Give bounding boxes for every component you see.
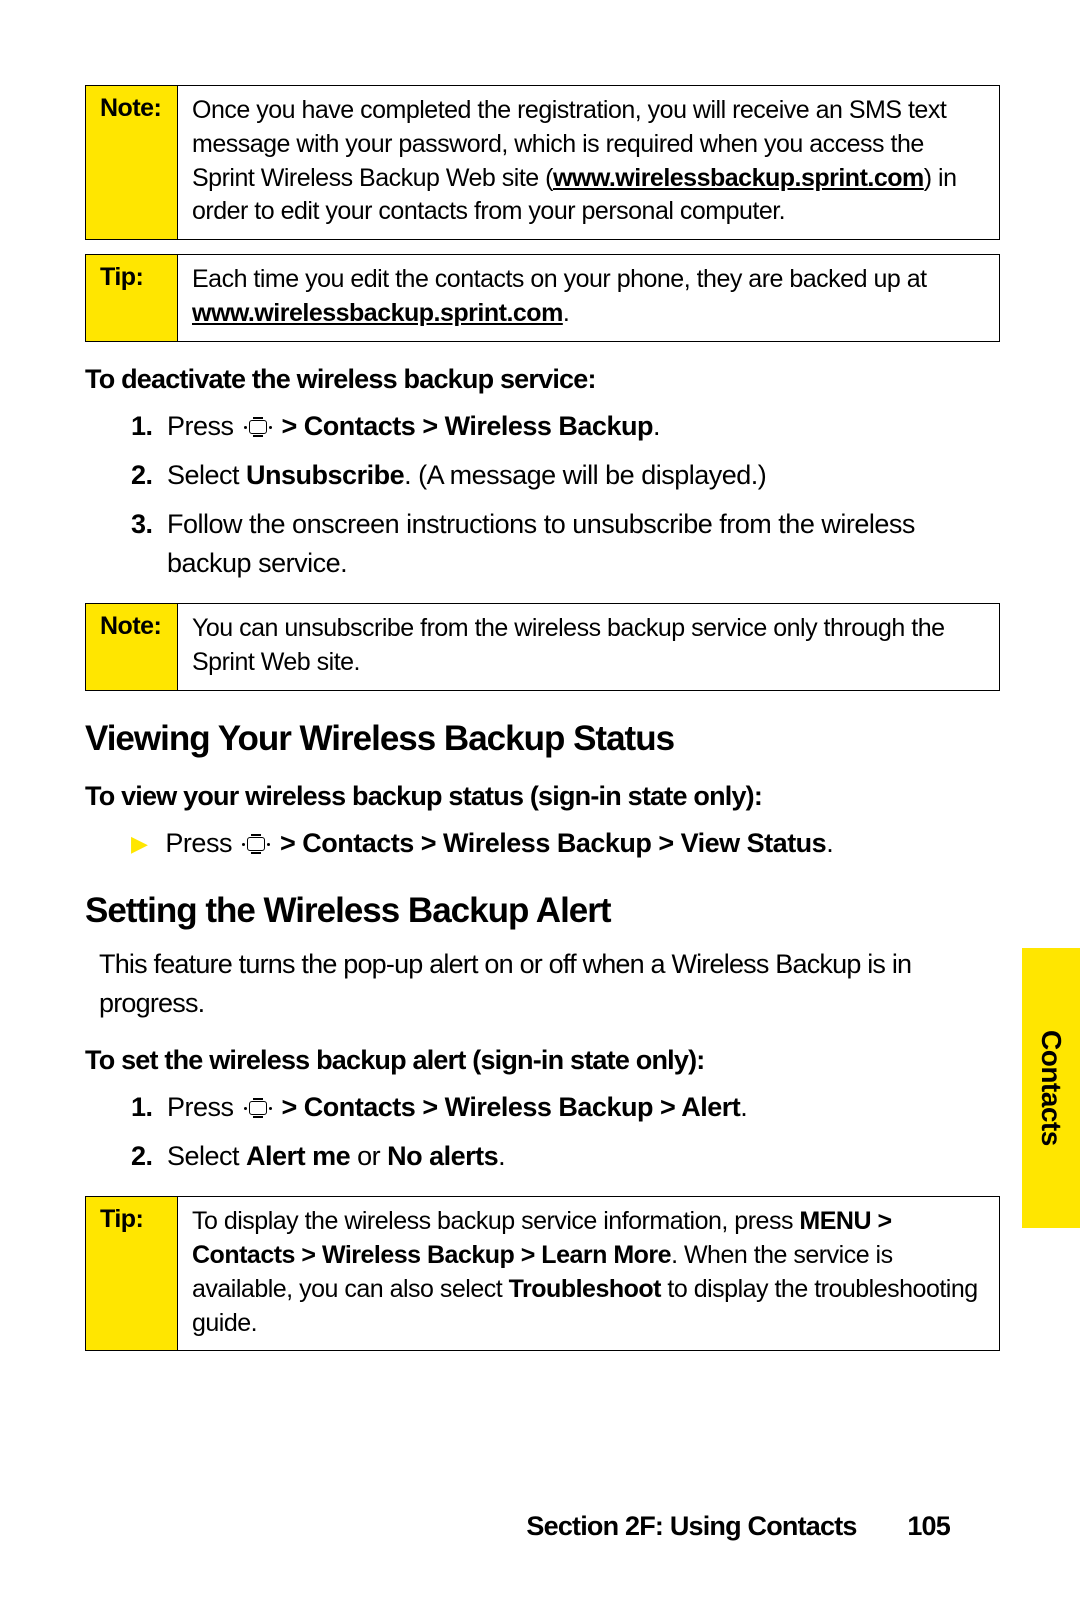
menu-key-icon (243, 417, 273, 437)
step-item: 1. Press > Contacts > Wireless Backup. (131, 407, 1000, 446)
step-item: 3. Follow the onscreen instructions to u… (131, 505, 1000, 583)
note-label: Note: (86, 86, 178, 239)
page-content: Note: Once you have completed the regist… (0, 0, 1080, 1351)
menu-key-icon (243, 1098, 273, 1118)
note-body: You can unsubscribe from the wireless ba… (178, 604, 999, 690)
note-box-registration: Note: Once you have completed the regist… (85, 85, 1000, 240)
side-tab-contacts[interactable]: Contacts (1022, 948, 1080, 1228)
steps-deactivate: 1. Press > Contacts > Wireless Backup. 2… (85, 407, 1000, 584)
page-number: 105 (907, 1511, 950, 1541)
note-box-unsubscribe: Note: You can unsubscribe from the wirel… (85, 603, 1000, 691)
menu-key-icon (241, 834, 271, 854)
step-view-status: ▶ Press > Contacts > Wireless Backup > V… (85, 824, 1000, 863)
step-item: 2. Select Unsubscribe. (A message will b… (131, 456, 1000, 495)
subheading-set-alert: To set the wireless backup alert (sign-i… (85, 1045, 1000, 1076)
step-item: 2. Select Alert me or No alerts. (131, 1137, 1000, 1176)
heading-setting-alert: Setting the Wireless Backup Alert (85, 891, 1000, 931)
link-wirelessbackup[interactable]: www.wirelessbackup.sprint.com (553, 164, 924, 192)
steps-set-alert: 1. Press > Contacts > Wireless Backup > … (85, 1088, 1000, 1176)
link-wirelessbackup[interactable]: www.wirelessbackup.sprint.com (192, 299, 563, 327)
tip-label: Tip: (86, 1197, 178, 1350)
note-body: Once you have completed the registration… (178, 86, 999, 239)
tip-box-learn-more: Tip: To display the wireless backup serv… (85, 1196, 1000, 1351)
tip-label: Tip: (86, 255, 178, 341)
triangle-bullet-icon: ▶ (131, 828, 147, 863)
page-footer: Section 2F: Using Contacts 105 (526, 1511, 950, 1542)
tip-box-backup: Tip: Each time you edit the contacts on … (85, 254, 1000, 342)
para-alert-description: This feature turns the pop-up alert on o… (99, 945, 1000, 1023)
heading-deactivate: To deactivate the wireless backup servic… (85, 364, 1000, 395)
tip-body: Each time you edit the contacts on your … (178, 255, 999, 341)
footer-section: Section 2F: Using Contacts (526, 1511, 856, 1541)
subheading-view-status: To view your wireless backup status (sig… (85, 781, 1000, 812)
heading-viewing-status: Viewing Your Wireless Backup Status (85, 719, 1000, 759)
tip-body: To display the wireless backup service i… (178, 1197, 999, 1350)
step-item: 1. Press > Contacts > Wireless Backup > … (131, 1088, 1000, 1127)
note-label: Note: (86, 604, 178, 690)
